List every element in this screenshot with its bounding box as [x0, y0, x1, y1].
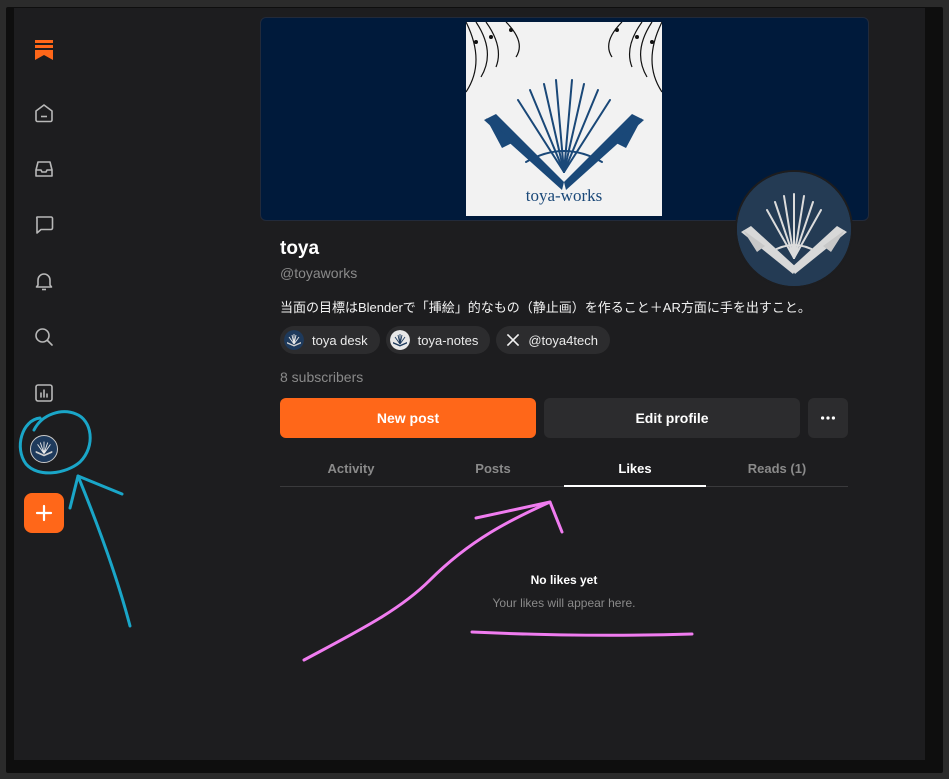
profile-name: toya: [280, 238, 320, 259]
edit-profile-button[interactable]: Edit profile: [544, 398, 800, 438]
subscriber-count[interactable]: 8 subscribers: [280, 369, 363, 385]
app-container: toya-works toya @toyaworks 当面の目標はBlender…: [14, 8, 925, 760]
profile-bio: 当面の目標はBlenderで「挿絵」的なもの（静止画）を作ること＋AR方面に手を…: [280, 300, 811, 315]
x-logo-icon: [502, 330, 524, 350]
sidebar: [14, 8, 74, 760]
link-pill-x[interactable]: @toya4tech: [496, 326, 610, 354]
substack-logo-icon[interactable]: [28, 34, 60, 66]
profile-tabs: Activity Posts Likes Reads (1): [280, 450, 848, 487]
tab-posts[interactable]: Posts: [422, 450, 564, 486]
tab-reads[interactable]: Reads (1): [706, 450, 848, 486]
new-post-button[interactable]: New post: [280, 398, 536, 438]
link-label: @toya4tech: [528, 332, 598, 348]
bell-icon[interactable]: [28, 265, 60, 297]
chat-icon[interactable]: [28, 209, 60, 241]
plus-icon: [35, 504, 53, 522]
inbox-icon[interactable]: [28, 153, 60, 185]
link-label: toya-notes: [417, 332, 479, 348]
fan-logo-icon: [284, 330, 304, 350]
banner-title: toya-works: [525, 186, 603, 205]
profile-avatar-nav[interactable]: [28, 433, 60, 465]
more-options-button[interactable]: [808, 398, 848, 438]
link-pill-toya-desk[interactable]: toya desk: [280, 326, 380, 354]
link-label: toya desk: [312, 332, 368, 348]
empty-state-subtitle: Your likes will appear here.: [492, 596, 636, 610]
profile-avatar[interactable]: [735, 170, 853, 288]
banner-logo-image: toya-works: [465, 21, 663, 216]
profile-links: toya desk toya-notes @toya4tech: [280, 326, 610, 354]
search-icon[interactable]: [28, 321, 60, 353]
tab-activity[interactable]: Activity: [280, 450, 422, 486]
stats-icon[interactable]: [28, 377, 60, 409]
fan-logo-icon: [30, 435, 58, 463]
ellipsis-icon: [820, 416, 836, 420]
profile-handle: @toyaworks: [280, 265, 358, 281]
link-pill-toya-notes[interactable]: toya-notes: [385, 326, 491, 354]
empty-state-title: No likes yet: [530, 573, 598, 587]
tab-likes[interactable]: Likes: [564, 450, 706, 487]
add-button[interactable]: [24, 493, 64, 533]
home-icon[interactable]: [28, 97, 60, 129]
fan-logo-icon: [389, 330, 410, 350]
